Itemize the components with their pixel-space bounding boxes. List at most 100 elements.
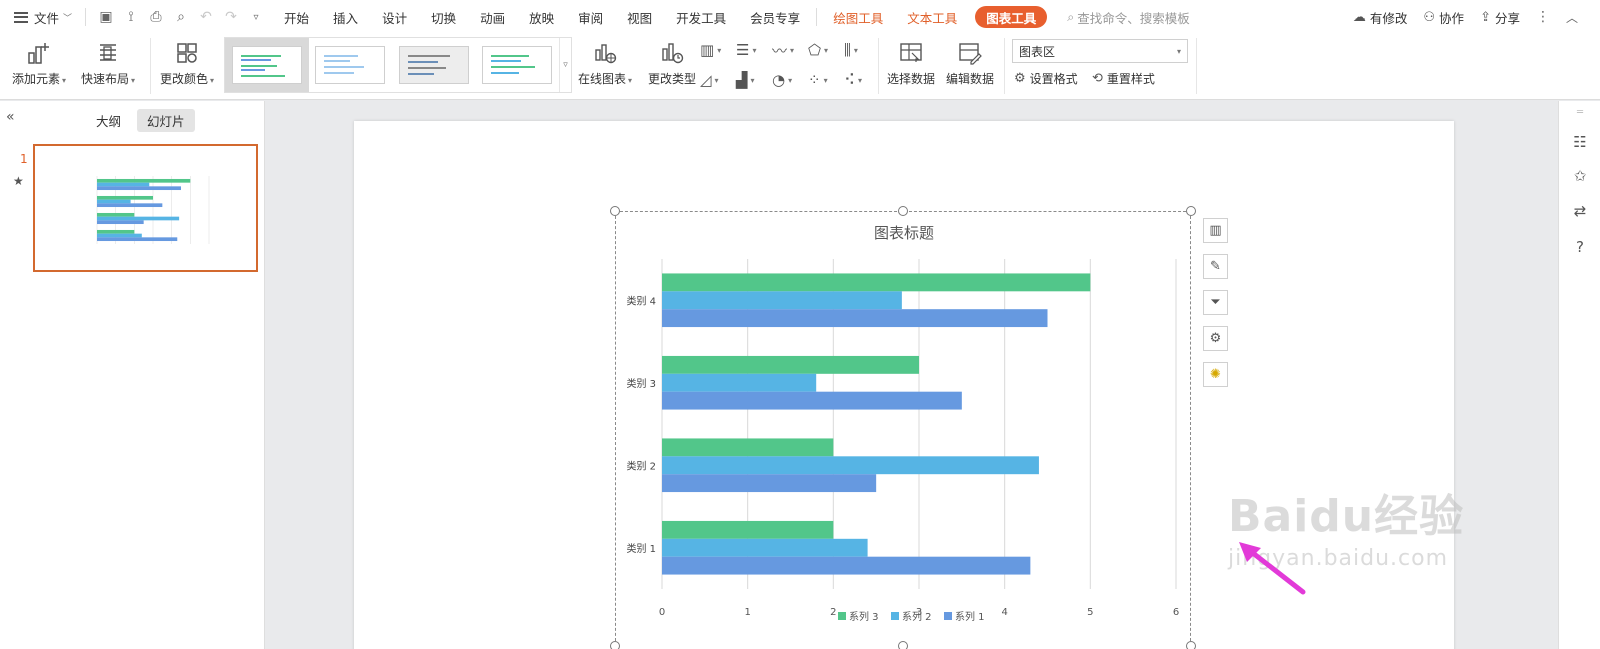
tab-start[interactable]: 开始 <box>272 0 321 34</box>
scatter-chart-icon[interactable]: ⁘ ▾ <box>808 70 844 90</box>
lightbulb-icon[interactable]: ✺ <box>1203 362 1228 387</box>
divider <box>1196 38 1197 94</box>
change-color-button[interactable]: 更改颜色 ▾ <box>160 34 214 87</box>
modified-status[interactable]: ☁ 有修改 <box>1345 0 1416 34</box>
chevron-down-icon: ▾ <box>1176 46 1181 56</box>
bar <box>662 309 1048 328</box>
combo-chart-icon[interactable]: ▟ ▾ <box>736 70 772 90</box>
radar-chart-icon[interactable]: ⬠ ▾ <box>808 40 844 60</box>
bar <box>97 186 181 191</box>
x-tick-label: 2 <box>830 607 836 618</box>
online-chart-button[interactable]: 在线图表 ▾ <box>578 34 632 87</box>
chart-title: 图表标题 <box>874 224 934 242</box>
print-icon[interactable]: ⎙ <box>148 9 164 25</box>
change-color-label: 更改颜色 <box>160 72 209 86</box>
chart-filter-icon[interactable]: ⏷ <box>1203 290 1228 315</box>
chart-style-brush-icon[interactable]: ✎ <box>1203 254 1228 279</box>
cloud-icon: ☁ <box>1352 9 1366 25</box>
add-element-button[interactable]: 添加元素 ▾ <box>12 34 66 87</box>
ribbon: 添加元素 ▾ 快速布局 ▾ 更改颜色 ▾ ▿ 在线图表 ▾ 更改类型 ▥ ▾ ☰ ▾ 〰 <box>0 34 1600 100</box>
tab-animation[interactable]: 动画 <box>468 0 517 34</box>
tab-drawing-tools[interactable]: 绘图工具 <box>821 0 895 34</box>
file-menu-label: 文件 <box>34 10 60 26</box>
undo-icon[interactable]: ↶ <box>198 9 214 25</box>
bar <box>662 438 834 457</box>
tab-slideshow[interactable]: 放映 <box>517 0 566 34</box>
bubble-chart-icon[interactable]: ⠪ ▾ <box>844 70 880 90</box>
line-chart-icon[interactable]: 〰 ▾ <box>772 40 808 60</box>
command-search[interactable]: ⌕ 查找命令、搜索模板 <box>1053 0 1199 34</box>
select-data-label: 选择数据 <box>887 72 936 86</box>
help-icon[interactable]: ? <box>1570 238 1590 258</box>
quick-layout-button[interactable]: 快速布局 ▾ <box>81 34 135 87</box>
tab-member[interactable]: 会员专享 <box>738 0 812 34</box>
change-type-button[interactable]: 更改类型 <box>648 34 696 87</box>
resize-handle[interactable] <box>898 206 908 216</box>
customize-toolbar-icon[interactable]: ▿ <box>248 12 264 23</box>
resize-handle[interactable] <box>610 206 620 216</box>
more-icon[interactable]: ⋮ <box>1528 0 1558 34</box>
chart-settings-icon[interactable]: ⚙ <box>1203 326 1228 351</box>
set-format-label: 设置格式 <box>1029 72 1078 86</box>
chart-style-3[interactable] <box>392 38 476 92</box>
x-tick-label: 6 <box>1173 607 1179 618</box>
slide-number: 1 <box>20 152 28 166</box>
tab-insert[interactable]: 插入 <box>321 0 370 34</box>
format-painter-icon[interactable]: ⟟ <box>123 9 139 25</box>
redo-icon[interactable]: ↷ <box>223 9 239 25</box>
resize-handle[interactable] <box>610 641 620 649</box>
menu-bar: 文件 ﹀ ▣ ⟟ ⎙ ⌕ ↶ ↷ ▿ 开始 插入 设计 切换 动画 放映 审阅 … <box>0 0 1600 34</box>
chart-elements-icon[interactable]: ▥ <box>1203 218 1228 243</box>
bar <box>97 229 135 234</box>
divider <box>1004 38 1005 94</box>
chart-style-1[interactable] <box>225 38 309 92</box>
file-menu[interactable]: 文件 ﹀ <box>0 0 81 34</box>
tab-text-tools[interactable]: 文本工具 <box>895 0 969 34</box>
stock-chart-icon[interactable]: ⫼ ▾ <box>844 40 880 60</box>
select-data-button[interactable]: 选择数据 <box>887 34 935 87</box>
chart-style-2[interactable] <box>309 38 393 92</box>
save-icon[interactable]: ▣ <box>98 9 114 25</box>
print-preview-icon[interactable]: ⌕ <box>173 9 189 25</box>
sliders-icon[interactable]: ☷ <box>1570 133 1590 153</box>
area-chart-icon[interactable]: ◿ ▾ <box>700 70 736 90</box>
gallery-more-icon[interactable]: ▿ <box>559 38 571 92</box>
swap-icon[interactable]: ⇄ <box>1570 202 1590 222</box>
collapse-ribbon-icon[interactable]: ︿ <box>1558 0 1600 34</box>
reset-style-button[interactable]: ⟲ 重置样式 <box>1092 70 1155 87</box>
tab-design[interactable]: 设计 <box>370 0 419 34</box>
quick-access-toolbar: ▣ ⟟ ⎙ ⌕ ↶ ↷ ▿ <box>90 9 272 25</box>
legend-label: 系列 1 <box>955 610 985 623</box>
drag-grip-icon[interactable]: ═ <box>1570 107 1590 127</box>
x-tick-label: 0 <box>659 607 665 618</box>
edit-data-button[interactable]: 编辑数据 <box>946 34 994 87</box>
resize-handle[interactable] <box>1186 206 1196 216</box>
tab-slides[interactable]: 幻灯片 <box>137 109 195 132</box>
collaborate-button[interactable]: ⚇ 协作 <box>1415 0 1472 34</box>
quick-layout-label: 快速布局 <box>81 72 130 86</box>
resize-handle[interactable] <box>898 641 908 649</box>
tab-view[interactable]: 视图 <box>615 0 664 34</box>
slide-thumbnail[interactable] <box>33 144 258 272</box>
resize-handle[interactable] <box>1186 641 1196 649</box>
tab-chart-tools[interactable]: 图表工具 <box>975 6 1048 28</box>
star-icon[interactable]: ★ <box>13 174 24 188</box>
tab-outline[interactable]: 大纲 <box>86 109 131 132</box>
column-chart-icon[interactable]: ▥ ▾ <box>700 40 736 60</box>
share-label: 分享 <box>1494 10 1520 26</box>
tab-transition[interactable]: 切换 <box>419 0 468 34</box>
bar <box>662 538 868 557</box>
chart-style-4[interactable] <box>476 38 560 92</box>
chart-object[interactable]: 图表标题 0 1 2 3 4 5 6 类别 1 类别 2 类别 3 类别 4 系列 3 系列 2 系列 1 <box>615 211 1191 649</box>
set-format-button[interactable]: ⚙ 设置格式 <box>1014 70 1078 87</box>
bar <box>662 474 877 493</box>
pie-chart-icon[interactable]: ◔ ▾ <box>772 70 808 90</box>
pin-icon[interactable]: ✩ <box>1570 167 1590 187</box>
collapse-panel-icon[interactable]: « <box>6 109 15 125</box>
share-button[interactable]: ⇪ 分享 <box>1472 0 1528 34</box>
bar-chart-icon[interactable]: ☰ ▾ <box>736 40 772 60</box>
modified-label: 有修改 <box>1369 10 1408 26</box>
tab-review[interactable]: 审阅 <box>566 0 615 34</box>
tab-developer[interactable]: 开发工具 <box>664 0 738 34</box>
chart-element-select[interactable]: 图表区 ▾ <box>1012 39 1188 63</box>
